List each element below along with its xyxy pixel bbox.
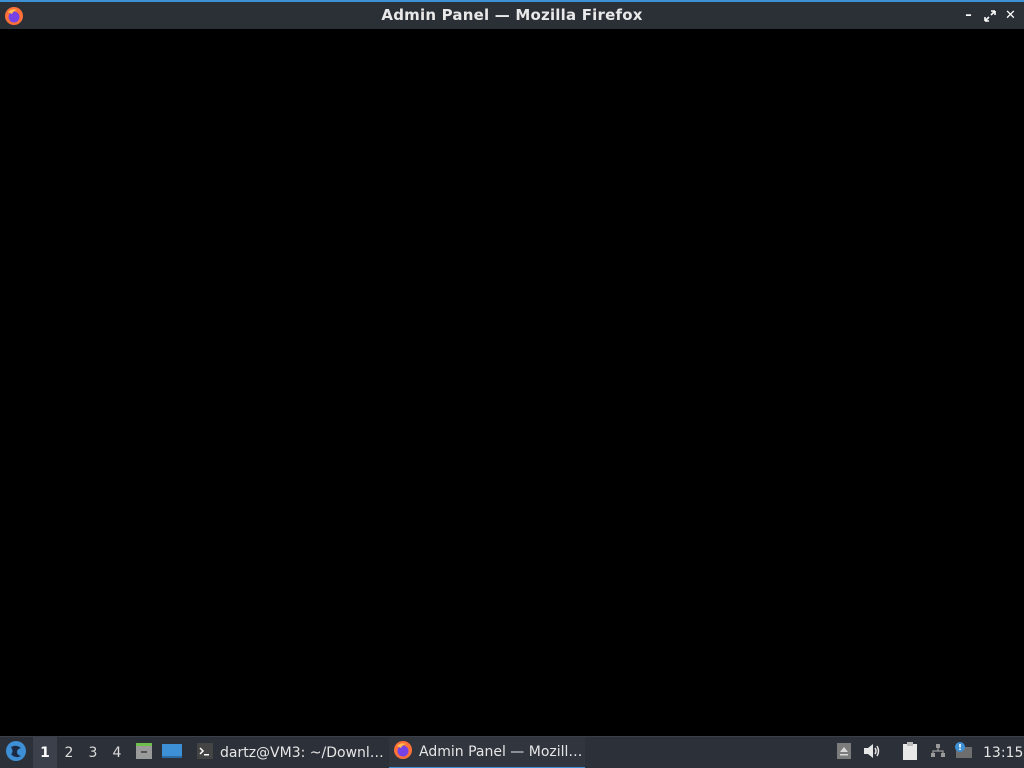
workspace-4[interactable]: 4 <box>105 737 129 768</box>
file-manager-icon <box>134 741 154 765</box>
terminal-icon <box>196 742 214 764</box>
volume-button[interactable] <box>860 737 884 768</box>
maximize-icon[interactable] <box>982 7 997 24</box>
clipboard-button[interactable] <box>898 737 922 768</box>
clock[interactable]: 13:15 <box>983 737 1023 768</box>
volume-icon <box>862 742 882 764</box>
eject-button[interactable] <box>832 737 856 768</box>
firefox-icon <box>393 740 413 764</box>
task-label: dartz@VM3: ~/Downl… <box>220 745 384 761</box>
network-button[interactable] <box>926 737 950 768</box>
start-menu-icon <box>5 740 27 766</box>
workspace-2[interactable]: 2 <box>57 737 81 768</box>
task-firefox[interactable]: Admin Panel — Mozill… <box>389 737 585 768</box>
file-manager-launcher[interactable] <box>131 737 157 768</box>
workspace-3[interactable]: 3 <box>81 737 105 768</box>
close-icon[interactable]: ✕ <box>1003 7 1018 24</box>
start-menu-button[interactable] <box>0 737 32 768</box>
taskbar: 1 2 3 4 dartz@VM3: ~/Downl… Admin Panel … <box>0 736 1024 768</box>
window-titlebar[interactable]: Admin Panel — Mozilla Firefox – ✕ <box>0 0 1024 29</box>
minimize-icon[interactable]: – <box>961 7 976 24</box>
task-terminal[interactable]: dartz@VM3: ~/Downl… <box>192 737 384 768</box>
workspace-1[interactable]: 1 <box>33 737 57 768</box>
show-desktop-icon <box>161 742 183 764</box>
update-notifier-button[interactable] <box>951 737 975 768</box>
eject-icon <box>836 742 852 764</box>
browser-content-area[interactable] <box>0 29 1024 736</box>
network-icon <box>929 742 947 764</box>
show-desktop-launcher[interactable] <box>159 737 185 768</box>
clipboard-icon <box>901 741 919 765</box>
window-title: Admin Panel — Mozilla Firefox <box>381 6 643 24</box>
task-label: Admin Panel — Mozill… <box>419 744 583 760</box>
update-notifier-icon <box>952 741 974 765</box>
